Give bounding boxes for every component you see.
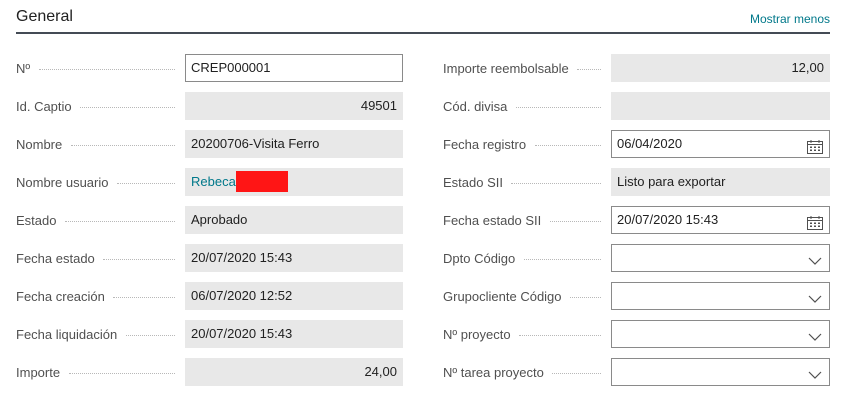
label-no: Nº	[16, 61, 31, 76]
field-fecha-registro[interactable]: 06/04/2020	[611, 130, 830, 158]
label-leader-dots	[511, 182, 601, 184]
label-leader-dots	[65, 220, 175, 222]
field-fecha-liquidacion: 20/07/2020 15:43	[185, 320, 403, 348]
value-nombre: 20200706-Visita Ferro	[191, 136, 320, 151]
label-leader-dots	[535, 144, 601, 146]
field-row-no: Nº CREP000001	[16, 54, 403, 84]
chevron-down-icon[interactable]	[807, 327, 823, 341]
chevron-down-icon[interactable]	[807, 289, 823, 303]
field-row-nombre-usuario: Nombre usuario Rebeca	[16, 168, 403, 198]
calendar-icon[interactable]	[807, 213, 823, 230]
field-row-nombre: Nombre 20200706-Visita Ferro	[16, 130, 403, 160]
field-grupocliente-codigo[interactable]	[611, 282, 830, 310]
value-no: CREP000001	[191, 60, 271, 75]
label-leader-dots	[71, 144, 175, 146]
field-row-fecha-creacion: Fecha creación 06/07/2020 12:52	[16, 282, 403, 312]
label-leader-dots	[524, 258, 601, 260]
field-row-estado-sii: Estado SII Listo para exportar	[443, 168, 830, 198]
field-row-no-tarea-proyecto: Nº tarea proyecto	[443, 358, 830, 388]
field-fecha-estado: 20/07/2020 15:43	[185, 244, 403, 272]
label-importe-reembolsable: Importe reembolsable	[443, 61, 569, 76]
field-row-fecha-estado-sii: Fecha estado SII 20/07/2020 15:43	[443, 206, 830, 236]
label-fecha-creacion: Fecha creación	[16, 289, 105, 304]
label-dpto-codigo: Dpto Código	[443, 251, 516, 266]
field-fecha-creacion: 06/07/2020 12:52	[185, 282, 403, 310]
label-leader-dots	[577, 68, 601, 70]
field-no-tarea-proyecto[interactable]	[611, 358, 830, 386]
value-estado-sii: Listo para exportar	[617, 174, 726, 189]
field-nombre: 20200706-Visita Ferro	[185, 130, 403, 158]
field-row-estado: Estado Aprobado	[16, 206, 403, 236]
field-row-dpto-codigo: Dpto Código	[443, 244, 830, 274]
field-importe: 24,00	[185, 358, 403, 386]
chevron-down-icon[interactable]	[807, 251, 823, 265]
label-leader-dots	[516, 106, 601, 108]
field-cod-divisa	[611, 92, 830, 120]
field-row-fecha-estado: Fecha estado 20/07/2020 15:43	[16, 244, 403, 274]
label-leader-dots	[103, 258, 175, 260]
label-leader-dots	[126, 334, 175, 336]
label-fecha-estado: Fecha estado	[16, 251, 95, 266]
label-no-tarea-proyecto: Nº tarea proyecto	[443, 365, 544, 380]
field-estado: Aprobado	[185, 206, 403, 234]
field-row-no-proyecto: Nº proyecto	[443, 320, 830, 350]
field-nombre-usuario[interactable]: Rebeca	[185, 168, 403, 196]
value-estado: Aprobado	[191, 212, 248, 227]
value-fecha-liquidacion: 20/07/2020 15:43	[191, 326, 293, 341]
field-row-fecha-registro: Fecha registro 06/04/2020	[443, 130, 830, 160]
field-id-captio: 49501	[185, 92, 403, 120]
value-importe-reembolsable: 12,00	[791, 60, 824, 75]
label-leader-dots	[570, 296, 601, 298]
user-name-link[interactable]: Rebeca	[191, 174, 236, 189]
label-leader-dots	[113, 296, 175, 298]
label-id-captio: Id. Captio	[16, 99, 72, 114]
field-dpto-codigo[interactable]	[611, 244, 830, 272]
value-importe: 24,00	[364, 364, 397, 379]
field-fecha-estado-sii[interactable]: 20/07/2020 15:43	[611, 206, 830, 234]
label-nombre-usuario: Nombre usuario	[16, 175, 109, 190]
label-estado: Estado	[16, 213, 57, 228]
label-no-proyecto: Nº proyecto	[443, 327, 511, 342]
field-row-importe-reembolsable: Importe reembolsable 12,00	[443, 54, 830, 84]
label-grupocliente-codigo: Grupocliente Código	[443, 289, 562, 304]
field-row-grupocliente-codigo: Grupocliente Código	[443, 282, 830, 312]
label-estado-sii: Estado SII	[443, 175, 503, 190]
label-importe: Importe	[16, 365, 61, 380]
label-cod-divisa: Cód. divisa	[443, 99, 508, 114]
value-fecha-estado-sii: 20/07/2020 15:43	[617, 212, 719, 227]
chevron-down-icon[interactable]	[807, 365, 823, 379]
label-leader-dots	[550, 220, 601, 222]
field-row-fecha-liquidacion: Fecha liquidación 20/07/2020 15:43	[16, 320, 403, 350]
field-estado-sii: Listo para exportar	[611, 168, 830, 196]
label-leader-dots	[117, 182, 175, 184]
value-fecha-estado: 20/07/2020 15:43	[191, 250, 293, 265]
label-fecha-estado-sii: Fecha estado SII	[443, 213, 542, 228]
section-header: General Mostrar menos	[16, 0, 830, 34]
show-less-link[interactable]: Mostrar menos	[750, 12, 830, 26]
label-leader-dots	[552, 372, 601, 374]
label-fecha-liquidacion: Fecha liquidación	[16, 327, 118, 342]
value-id-captio: 49501	[360, 98, 397, 113]
field-row-cod-divisa: Cód. divisa	[443, 92, 830, 122]
value-fecha-registro: 06/04/2020	[617, 136, 683, 151]
field-row-id-captio: Id. Captio 49501	[16, 92, 403, 122]
label-nombre: Nombre	[16, 137, 63, 152]
field-importe-reembolsable: 12,00	[611, 54, 830, 82]
section-title: General	[16, 8, 73, 25]
label-leader-dots	[39, 68, 175, 70]
field-no-proyecto[interactable]	[611, 320, 830, 348]
label-leader-dots	[80, 106, 175, 108]
calendar-icon[interactable]	[807, 137, 823, 154]
field-no[interactable]: CREP000001	[185, 54, 403, 82]
label-leader-dots	[69, 372, 175, 374]
label-leader-dots	[519, 334, 601, 336]
label-fecha-registro: Fecha registro	[443, 137, 527, 152]
field-row-importe: Importe 24,00	[16, 358, 403, 388]
value-fecha-creacion: 06/07/2020 12:52	[191, 288, 293, 303]
redaction-block	[235, 170, 288, 192]
